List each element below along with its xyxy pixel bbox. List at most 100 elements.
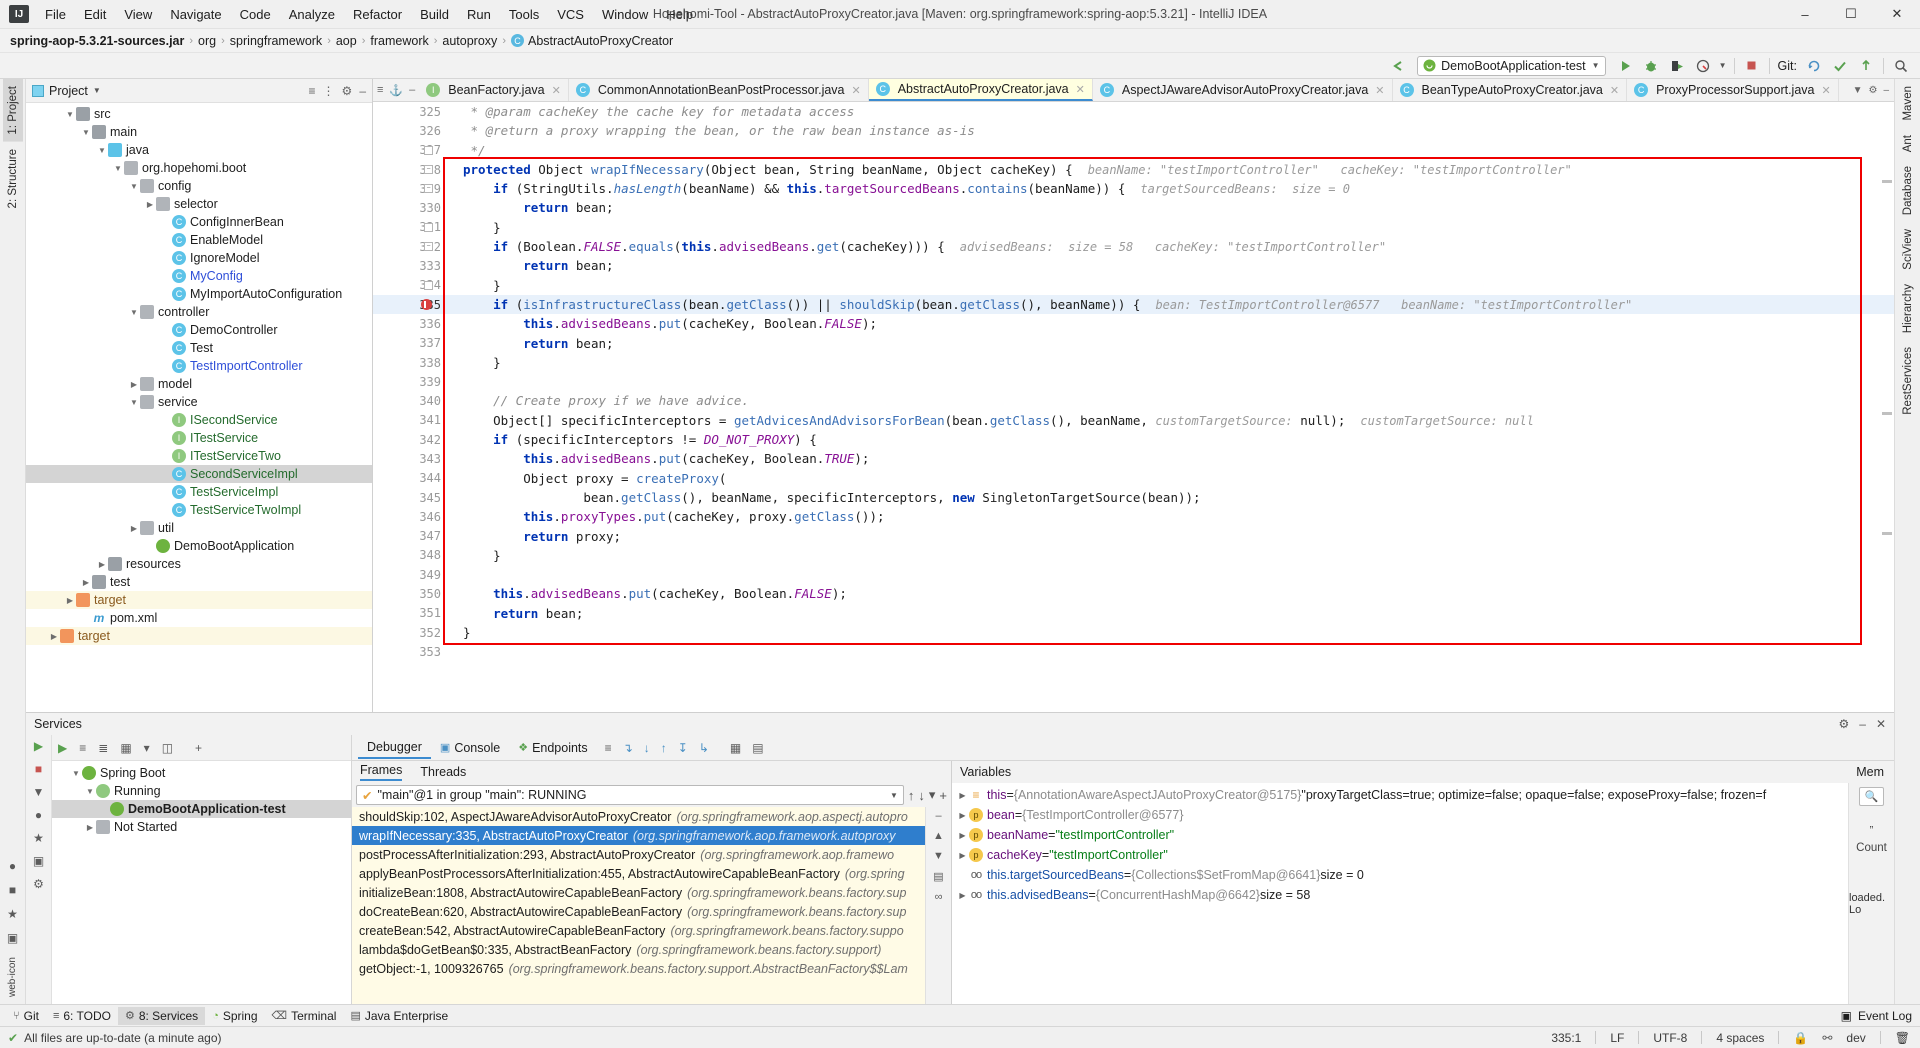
frame-list[interactable]: shouldSkip:102, AspectJAwareAdvisorAutoP… <box>352 807 925 1004</box>
maximize-button[interactable]: ☐ <box>1828 0 1874 29</box>
tool-window-button-java-enterprise[interactable]: ▤ Java Enterprise <box>343 1007 455 1025</box>
tool-window-button-git[interactable]: ⑂ Git <box>6 1007 46 1025</box>
editor-tab-abstractautoproxycreator[interactable]: C AbstractAutoProxyCreator.java ✕ <box>868 79 1093 101</box>
code-line-335[interactable]: if (isInfrastructureClass(bean.getClass(… <box>447 294 1894 315</box>
branch-name[interactable]: dev <box>1846 1031 1865 1045</box>
tool-window-button-terminal[interactable]: ⌫ Terminal <box>265 1007 344 1025</box>
chevron-down-icon[interactable]: ▼ <box>64 110 76 119</box>
close-button[interactable]: ✕ <box>1874 0 1920 29</box>
step-out-icon[interactable]: ↑ <box>661 741 667 755</box>
code-fold-icon[interactable]: − <box>424 242 433 252</box>
tree-node-ignoremodel[interactable]: C IgnoreModel <box>26 249 372 267</box>
chevron-down-icon[interactable]: ▼ <box>96 146 108 155</box>
services-node-spring-boot[interactable]: ▼ Spring Boot <box>52 764 351 782</box>
hide-icon[interactable]: – <box>409 84 415 96</box>
tool-window-button-spring[interactable]: ◔ Spring <box>205 1007 264 1025</box>
breadcrumb-root[interactable]: spring-aop-5.3.21-sources.jar <box>10 34 184 48</box>
scroll-up-icon[interactable]: ▲ <box>933 830 944 842</box>
expand-all-icon[interactable]: ≡ <box>79 741 86 755</box>
menu-run[interactable]: Run <box>459 4 499 25</box>
variable-row[interactable]: ▶ ≡ this = {AnnotationAwareAspectJAutoProx… <box>952 785 1848 805</box>
frame-down-icon[interactable]: ↓ <box>918 788 925 803</box>
code-line-326[interactable]: * @return a proxy wrapping the bean, or … <box>447 121 1894 140</box>
code-line-329[interactable]: if (StringUtils.hasLength(beanName) && t… <box>447 179 1894 198</box>
tree-node-demobootapplication[interactable]: DemoBootApplication <box>26 537 372 555</box>
run-to-cursor-icon[interactable]: ↳ <box>699 741 709 755</box>
code-line-331[interactable]: } <box>447 218 1894 237</box>
gear-icon[interactable]: ⚙ <box>1838 717 1849 731</box>
code-line-348[interactable]: } <box>447 546 1894 565</box>
editor-text[interactable]: * @param cacheKey the cache key for meta… <box>447 102 1894 712</box>
chevron-right-icon[interactable]: ▶ <box>96 560 108 569</box>
breakpoint-icon[interactable] <box>421 299 432 310</box>
event-log-area[interactable]: ▣ Event Log <box>1841 1009 1920 1023</box>
breadcrumb-item-springframework[interactable]: springframework <box>230 34 322 48</box>
chart-icon[interactable]: ▣ <box>33 854 44 868</box>
code-fold-icon[interactable] <box>424 222 433 232</box>
commit-icon[interactable] <box>1828 55 1852 77</box>
close-tab-icon[interactable]: ✕ <box>1821 84 1830 97</box>
search-everywhere-icon[interactable] <box>1889 55 1913 77</box>
code-line-343[interactable]: this.advisedBeans.put(cacheKey, Boolean.… <box>447 449 1894 468</box>
gutter-line-number[interactable]: 329 <box>373 179 447 198</box>
copy-icon[interactable]: ▤ <box>933 870 943 883</box>
split-icon[interactable]: ◫ <box>162 741 173 755</box>
variable-row[interactable]: ▶ oo this.advisedBeans = {ConcurrentHashMa… <box>952 885 1848 905</box>
services-node-not-started[interactable]: ▶ Not Started <box>52 818 351 836</box>
tree-node-testimportcontroller[interactable]: C TestImportController <box>26 357 372 375</box>
gutter-line-number[interactable]: 336 <box>373 314 447 333</box>
menu-refactor[interactable]: Refactor <box>345 4 410 25</box>
thread-selector[interactable]: ✔ "main"@1 in group "main": RUNNING ▼ <box>356 785 904 805</box>
gutter-line-number[interactable]: 353 <box>373 642 447 661</box>
code-line-352[interactable]: } <box>447 623 1894 642</box>
chevron-down-icon[interactable]: ▼ <box>1717 55 1729 77</box>
tool-window-buttons[interactable]: ⑂ Git ≡ 6: TODO ⚙ 8: Services ◔ Spring ⌫ Terminal… <box>6 1006 455 1025</box>
tree-node-pom-xml[interactable]: m pom.xml <box>26 609 372 627</box>
file-encoding[interactable]: UTF-8 <box>1653 1031 1687 1045</box>
sidebar-tab-web[interactable]: web-icon <box>3 950 22 1004</box>
code-line-333[interactable]: return bean; <box>447 256 1894 275</box>
settings-gear-icon[interactable]: ⚙ <box>342 84 353 98</box>
minimize-button[interactable]: – <box>1782 0 1828 29</box>
variable-row[interactable]: oo this.targetSourcedBeans = {Collections… <box>952 865 1848 885</box>
push-icon[interactable] <box>1854 55 1878 77</box>
gutter-line-number[interactable]: 341 <box>373 411 447 430</box>
code-fold-icon[interactable]: − <box>424 184 433 194</box>
search-icon[interactable]: 🔍 <box>1858 787 1885 806</box>
code-line-327[interactable]: */ <box>447 141 1894 160</box>
main-menu[interactable]: File Edit View Navigate Code Analyze Ref… <box>37 4 701 25</box>
gutter-line-number[interactable]: 338 <box>373 353 447 372</box>
close-tab-icon[interactable]: ✕ <box>1375 84 1384 97</box>
chevron-right-icon[interactable]: ▶ <box>144 200 156 209</box>
run-icon[interactable] <box>1613 55 1637 77</box>
tree-node-isecondservice[interactable]: I ISecondService <box>26 411 372 429</box>
tree-node-itestservicetwo[interactable]: I ITestServiceTwo <box>26 447 372 465</box>
hide-icon[interactable]: – <box>1883 85 1889 96</box>
tree-node-util[interactable]: ▶ util <box>26 519 372 537</box>
gutter-line-number[interactable]: 348 <box>373 546 447 565</box>
code-line-328[interactable]: protected Object wrapIfNecessary(Object … <box>447 160 1894 179</box>
code-editor[interactable]: 3253263273283293303313323333343353363373… <box>373 102 1894 712</box>
tree-node-src[interactable]: ▼ src <box>26 105 372 123</box>
layout-icon[interactable]: ≡ <box>605 741 612 755</box>
hide-icon[interactable]: – <box>359 84 366 98</box>
code-line-334[interactable]: } <box>447 276 1894 295</box>
pin-icon[interactable]: ⚓ <box>389 84 403 97</box>
frame-row[interactable]: getObject:-1, 1009326765 (org.springframe… <box>352 959 925 978</box>
gutter-line-number[interactable]: 332 <box>373 237 447 256</box>
favorites-icon[interactable]: ★ <box>7 902 18 926</box>
tool-window-button-6-todo[interactable]: ≡ 6: TODO <box>46 1007 118 1025</box>
close-tab-icon[interactable]: ✕ <box>852 84 861 97</box>
chevron-right-icon[interactable]: ▶ <box>84 823 96 832</box>
code-fold-icon[interactable] <box>424 145 433 155</box>
stop-icon[interactable] <box>1740 55 1764 77</box>
services-tree[interactable]: ▼ Spring Boot ▼ Running DemoBootApplication-… <box>52 761 351 1004</box>
tree-node-target[interactable]: ▶ target <box>26 627 372 645</box>
tree-node-test[interactable]: ▶ test <box>26 573 372 591</box>
filter-icon[interactable]: ▾ <box>929 787 936 803</box>
gutter-line-number[interactable]: 327 <box>373 141 447 160</box>
gutter-line-number[interactable]: 349 <box>373 565 447 584</box>
chevron-right-icon[interactable]: ▶ <box>956 851 969 860</box>
code-line-325[interactable]: * @param cacheKey the cache key for meta… <box>447 102 1894 121</box>
editor-tab-aspectjawareadvisorautoproxycreator[interactable]: C AspectJAwareAdvisorAutoProxyCreator.jav… <box>1092 79 1393 101</box>
